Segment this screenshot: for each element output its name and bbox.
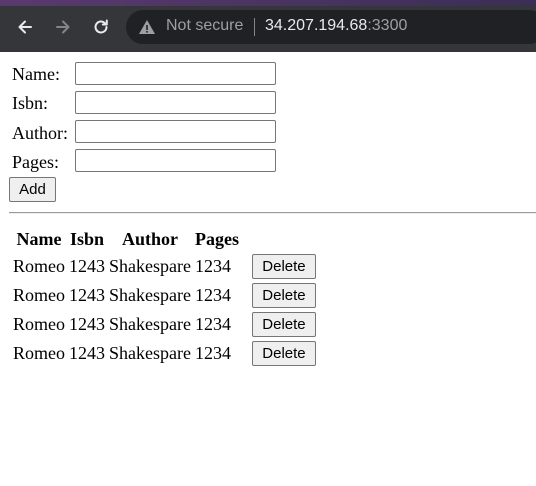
author-input[interactable] bbox=[75, 120, 276, 143]
cell-name: Romeo bbox=[13, 314, 65, 334]
url-port: :3300 bbox=[367, 17, 408, 34]
table-header-row: Name Isbn Author Pages bbox=[12, 228, 317, 251]
books-table: Name Isbn Author Pages Romeo 1243 Shakes… bbox=[10, 226, 319, 369]
forward-arrow-icon bbox=[56, 20, 70, 34]
column-header-name: Name bbox=[16, 229, 62, 249]
reload-icon bbox=[94, 19, 108, 34]
cell-isbn: 1243 bbox=[69, 314, 105, 334]
isbn-label: Isbn: bbox=[12, 93, 48, 113]
column-header-action bbox=[242, 228, 317, 251]
column-header-pages: Pages bbox=[194, 229, 239, 249]
cell-name: Romeo bbox=[13, 285, 65, 305]
cell-name: Romeo bbox=[13, 256, 65, 276]
author-label: Author: bbox=[12, 123, 68, 143]
delete-button[interactable]: Delete bbox=[251, 283, 316, 308]
cell-action: Delete bbox=[242, 340, 317, 367]
tab-strip-edge bbox=[0, 0, 536, 6]
cell-pages: 1234 bbox=[194, 314, 231, 334]
cell-isbn: 1243 bbox=[69, 256, 105, 276]
cell-isbn: 1243 bbox=[69, 285, 105, 305]
cell-isbn: 1243 bbox=[69, 343, 105, 363]
security-status-label[interactable]: Not secure bbox=[166, 17, 243, 35]
cell-author: Shakespare bbox=[109, 285, 191, 305]
cell-name: Romeo bbox=[13, 343, 65, 363]
cell-author: Shakespare bbox=[109, 314, 191, 334]
back-button[interactable] bbox=[12, 14, 38, 40]
name-input[interactable] bbox=[75, 62, 276, 85]
table-row: Romeo 1243 Shakespare 1234 Delete bbox=[12, 253, 317, 280]
column-header-author: Author bbox=[121, 229, 178, 249]
name-label: Name: bbox=[12, 64, 60, 84]
isbn-input[interactable] bbox=[75, 91, 276, 114]
cell-pages: 1234 bbox=[194, 256, 231, 276]
address-bar[interactable]: Not secure 34.207.194.68:3300 bbox=[126, 10, 536, 44]
pages-input[interactable] bbox=[75, 149, 276, 172]
address-divider bbox=[254, 18, 255, 36]
cell-action: Delete bbox=[242, 282, 317, 309]
cell-author: Shakespare bbox=[109, 343, 191, 363]
forward-button[interactable] bbox=[50, 14, 76, 40]
cell-pages: 1234 bbox=[194, 285, 231, 305]
url-host: 34.207.194.68 bbox=[265, 17, 368, 34]
back-arrow-icon bbox=[18, 20, 32, 34]
divider bbox=[9, 212, 536, 214]
table-row: Romeo 1243 Shakespare 1234 Delete bbox=[12, 311, 317, 338]
reload-button[interactable] bbox=[88, 14, 114, 40]
delete-button[interactable]: Delete bbox=[251, 254, 316, 279]
delete-button[interactable]: Delete bbox=[251, 312, 316, 337]
table-row: Romeo 1243 Shakespare 1234 Delete bbox=[12, 340, 317, 367]
cell-pages: 1234 bbox=[194, 343, 231, 363]
cell-action: Delete bbox=[242, 311, 317, 338]
url-text[interactable]: 34.207.194.68:3300 bbox=[265, 17, 407, 35]
cell-author: Shakespare bbox=[109, 256, 191, 276]
browser-toolbar: Not secure 34.207.194.68:3300 bbox=[0, 0, 536, 52]
add-button[interactable]: Add bbox=[9, 177, 56, 202]
pages-label: Pages: bbox=[12, 152, 59, 172]
warning-triangle-icon[interactable] bbox=[138, 18, 156, 36]
delete-button[interactable]: Delete bbox=[251, 341, 316, 366]
column-header-isbn: Isbn bbox=[69, 229, 105, 249]
table-row: Romeo 1243 Shakespare 1234 Delete bbox=[12, 282, 317, 309]
cell-action: Delete bbox=[242, 253, 317, 280]
